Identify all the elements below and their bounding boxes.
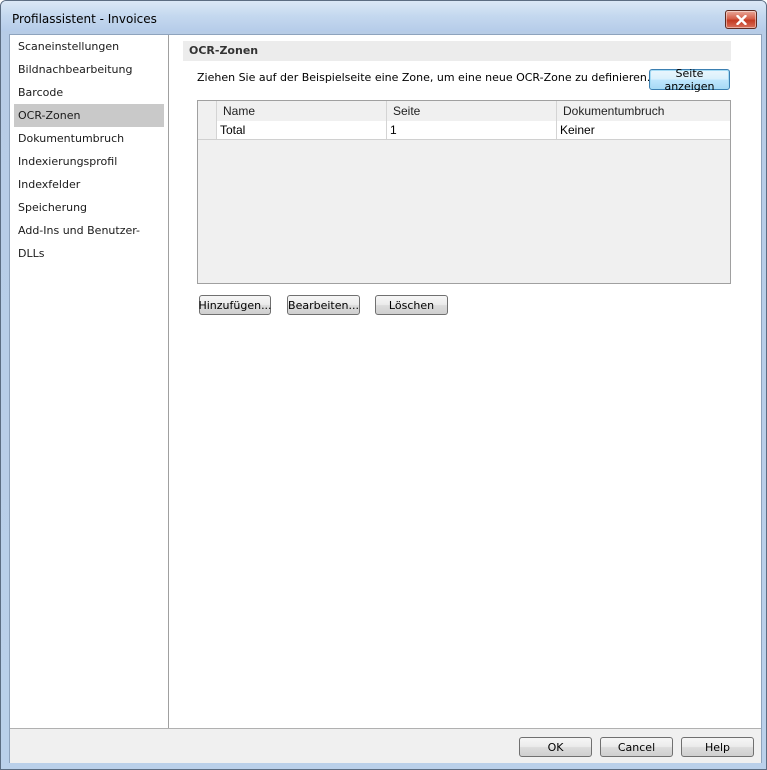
instruction-text: Ziehen Sie auf der Beispielseite eine Zo… xyxy=(197,71,651,84)
cell-name[interactable]: Total xyxy=(216,121,386,139)
cell-dokumentumbruch[interactable]: Keiner xyxy=(556,121,730,139)
table-row[interactable]: Total 1 Keiner xyxy=(198,121,730,140)
close-icon xyxy=(735,14,747,25)
close-button[interactable] xyxy=(725,10,757,29)
help-button[interactable]: Help xyxy=(681,737,754,757)
sidebar-item-indexfelder[interactable]: Indexfelder xyxy=(14,173,164,196)
sidebar-item-barcode[interactable]: Barcode xyxy=(14,81,164,104)
title-bar[interactable]: Profilassistent - Invoices xyxy=(1,1,766,31)
sidebar-item-bildnachbearbeitung[interactable]: Bildnachbearbeitung xyxy=(14,58,164,81)
dialog-client-area: Scaneinstellungen Bildnachbearbeitung Ba… xyxy=(9,34,762,763)
dialog-footer: OK Cancel Help xyxy=(10,728,761,763)
sidebar-item-ocr-zonen[interactable]: OCR-Zonen xyxy=(14,104,164,127)
section-title: OCR-Zonen xyxy=(183,41,731,61)
header-row-selector xyxy=(198,101,216,121)
sidebar-item-speicherung[interactable]: Speicherung xyxy=(14,196,164,219)
sidebar-item-indexierungsprofil[interactable]: Indexierungsprofil xyxy=(14,150,164,173)
sidebar-item-dokumentumbruch[interactable]: Dokumentumbruch xyxy=(14,127,164,150)
row-selector[interactable] xyxy=(198,121,217,139)
add-button[interactable]: Hinzufügen... xyxy=(198,295,272,315)
sidebar-item-scaneinstellungen[interactable]: Scaneinstellungen xyxy=(14,35,164,58)
sidebar-item-add-ins[interactable]: Add-Ins und Benutzer-DLLs xyxy=(14,219,164,260)
ocr-zones-panel: OCR-Zonen Ziehen Sie auf der Beispielsei… xyxy=(169,35,761,728)
sidebar-nav: Scaneinstellungen Bildnachbearbeitung Ba… xyxy=(10,35,169,728)
ocr-zones-table[interactable]: Name Seite Dokumentumbruch Total 1 Keine… xyxy=(197,100,731,284)
delete-button[interactable]: Löschen xyxy=(375,295,448,315)
profile-wizard-window: Profilassistent - Invoices Scaneinstellu… xyxy=(0,0,767,770)
table-header: Name Seite Dokumentumbruch xyxy=(198,101,730,122)
column-header-name[interactable]: Name xyxy=(216,101,386,121)
column-header-dokumentumbruch[interactable]: Dokumentumbruch xyxy=(556,101,730,121)
cancel-button[interactable]: Cancel xyxy=(600,737,673,757)
column-header-seite[interactable]: Seite xyxy=(386,101,556,121)
edit-button[interactable]: Bearbeiten... xyxy=(287,295,360,315)
ok-button[interactable]: OK xyxy=(519,737,592,757)
cell-seite[interactable]: 1 xyxy=(386,121,556,139)
show-page-button[interactable]: Seite anzeigen xyxy=(649,67,730,93)
window-title: Profilassistent - Invoices xyxy=(12,12,157,26)
